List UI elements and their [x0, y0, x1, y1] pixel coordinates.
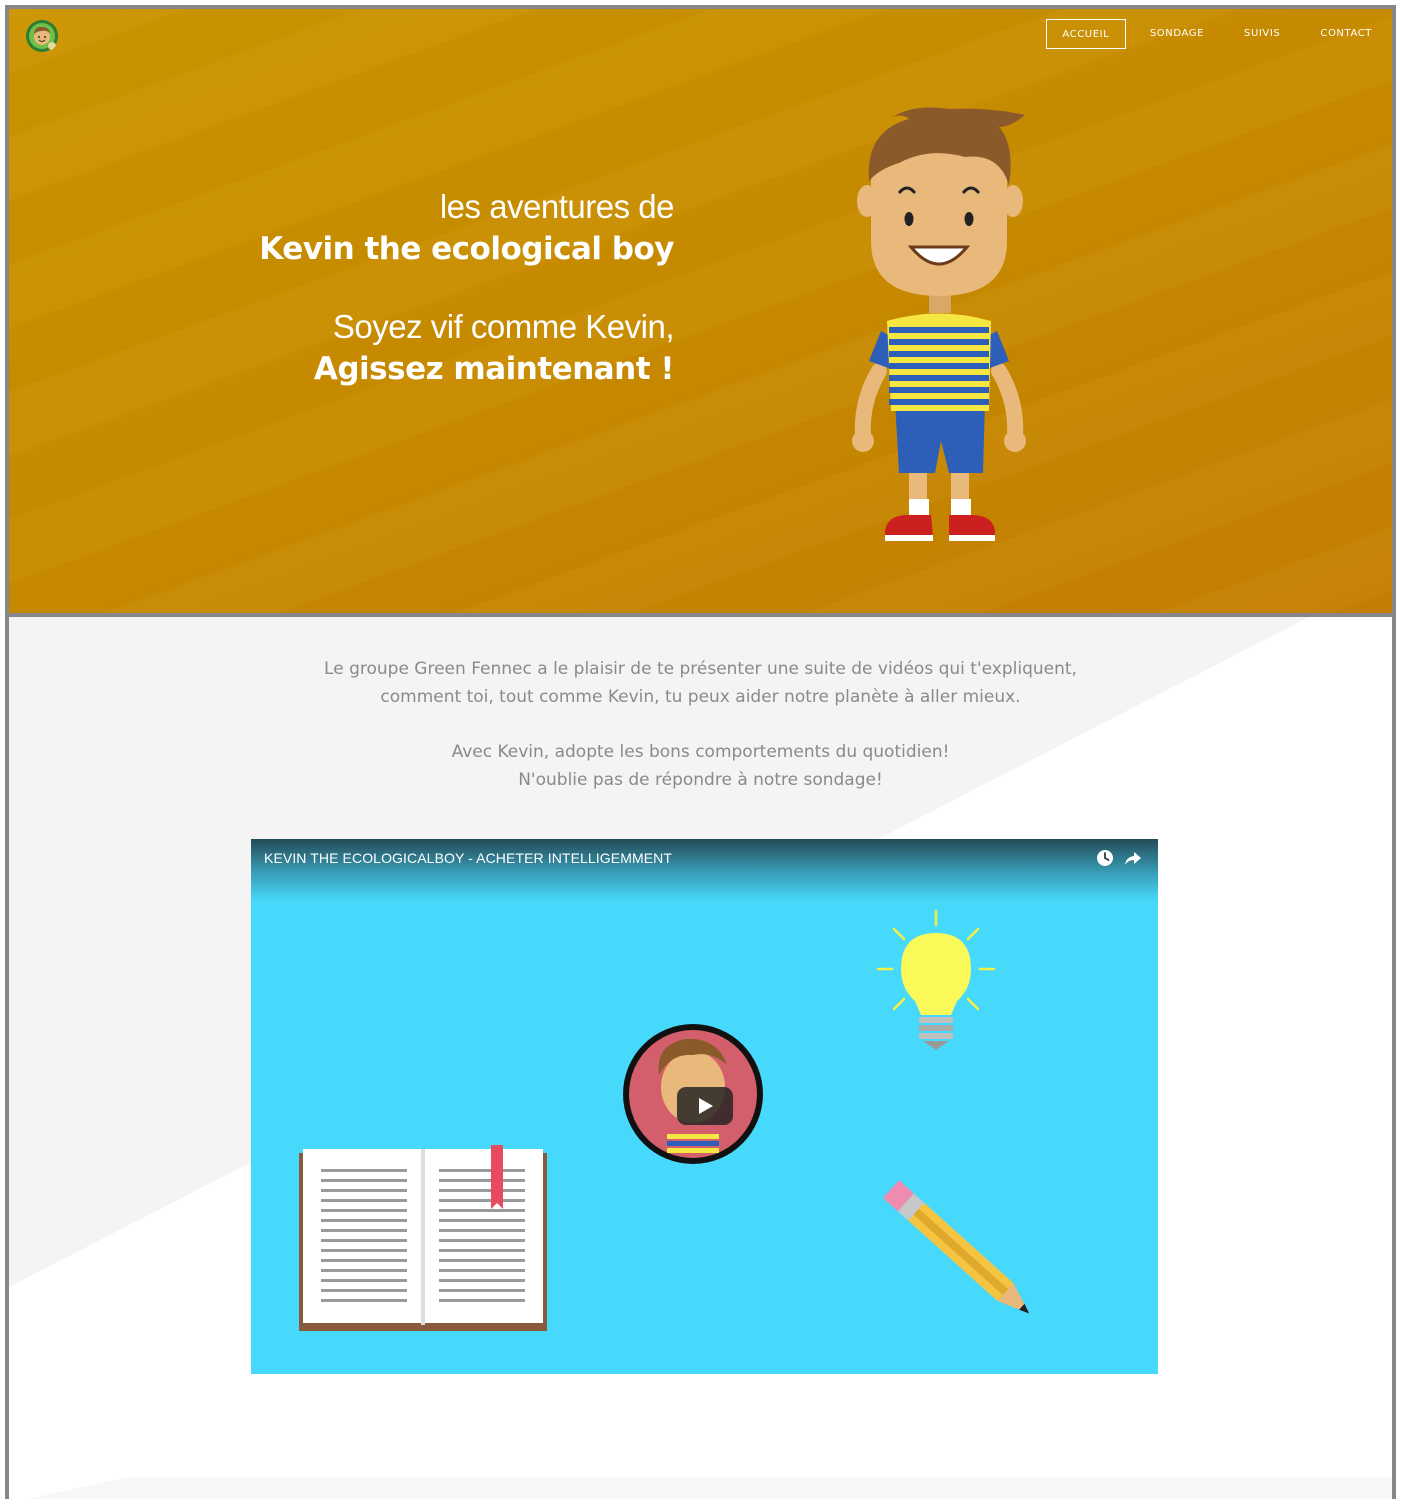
pencil-icon [882, 1180, 1030, 1314]
intro-paragraph-2-line-2: N'oublie pas de répondre à notre sondage… [518, 770, 883, 790]
intro-paragraph-1-line-1: Le groupe Green Fennec a le plaisir de t… [324, 659, 1077, 679]
share-icon[interactable] [1124, 849, 1142, 867]
watch-later-icon[interactable] [1096, 849, 1114, 867]
nav-contact[interactable]: CONTACT [1300, 19, 1392, 49]
intro-section: Le groupe Green Fennec a le plaisir de t… [9, 617, 1392, 1499]
light-bulb-icon [876, 909, 996, 1050]
kevin-character-illustration [852, 107, 1026, 541]
intro-paragraph-1-line-2: comment toi, tout comme Kevin, tu peux a… [380, 687, 1021, 707]
intro-paragraph-2-line-1: Avec Kevin, adopte les bons comportement… [451, 742, 950, 762]
hero-section: ACCUEIL SONDAGE SUIVIS CONTACT les avent… [9, 9, 1392, 617]
youtube-video-player[interactable]: KEVIN THE ECOLOGICALBOY - ACHETER INTELL… [251, 839, 1158, 1374]
main-nav: ACCUEIL SONDAGE SUIVIS CONTACT [1045, 19, 1392, 49]
hero-headline: les aventures de Kevin the ecological bo… [259, 187, 674, 391]
play-icon[interactable] [677, 1087, 733, 1125]
nav-accueil[interactable]: ACCUEIL [1045, 19, 1126, 49]
page-frame: ACCUEIL SONDAGE SUIVIS CONTACT les avent… [5, 5, 1396, 1499]
site-logo[interactable] [25, 19, 59, 53]
video-title[interactable]: KEVIN THE ECOLOGICALBOY - ACHETER INTELL… [264, 850, 672, 866]
hero-line-1: les aventures de [439, 188, 675, 225]
intro-text: Le groupe Green Fennec a le plaisir de t… [9, 655, 1392, 794]
nav-sondage[interactable]: SONDAGE [1130, 19, 1224, 49]
open-book-icon [299, 1145, 547, 1331]
hero-line-3: Soyez vif comme Kevin, [332, 308, 675, 345]
video-title-bar [251, 839, 1158, 901]
hero-line-4: Agissez maintenant ! [313, 351, 675, 387]
nav-suivis[interactable]: SUIVIS [1224, 19, 1300, 49]
hero-line-2: Kevin the ecological boy [259, 231, 674, 267]
hero-background-pattern [9, 9, 1392, 613]
